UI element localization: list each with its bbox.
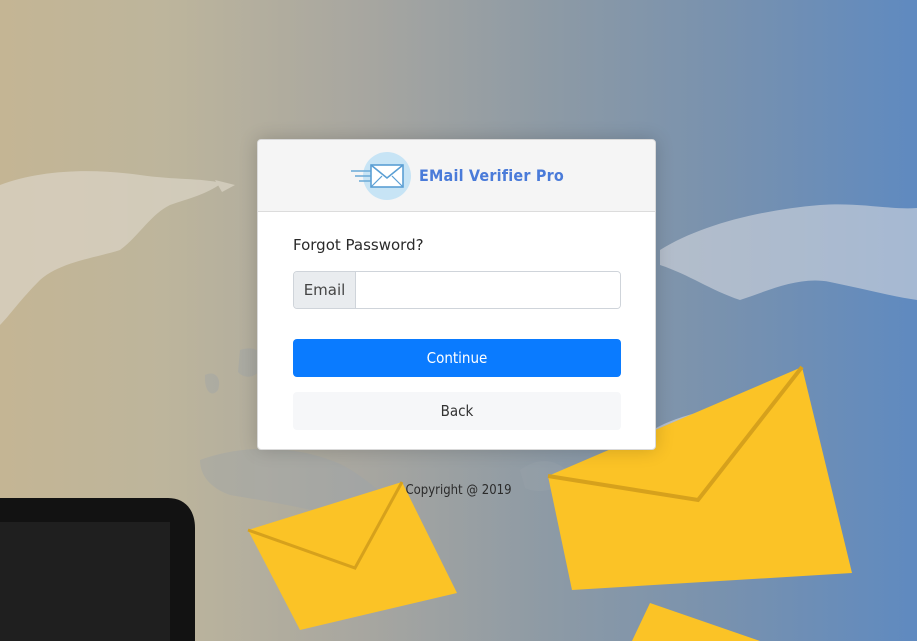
email-label: Email <box>294 272 356 308</box>
forgot-password-card: EMail Verifier Pro Forgot Password? Emai… <box>257 139 656 450</box>
envelope-fast-icon <box>350 151 411 200</box>
back-button[interactable]: Back <box>293 392 621 430</box>
email-input-group: Email <box>293 271 621 309</box>
email-field[interactable] <box>356 272 620 308</box>
envelope-left <box>247 481 457 630</box>
card-header: EMail Verifier Pro <box>258 140 655 212</box>
world-map <box>0 171 235 325</box>
copyright-text: Copyright @ 2019 <box>405 483 512 498</box>
brand-name: EMail Verifier Pro <box>418 166 564 185</box>
card-body: Forgot Password? Email Continue Back <box>258 212 655 430</box>
form-title: Forgot Password? <box>293 236 424 254</box>
continue-button[interactable]: Continue <box>293 339 621 377</box>
app-logo: EMail Verifier Pro <box>349 151 564 201</box>
envelope-bottom <box>632 603 760 641</box>
